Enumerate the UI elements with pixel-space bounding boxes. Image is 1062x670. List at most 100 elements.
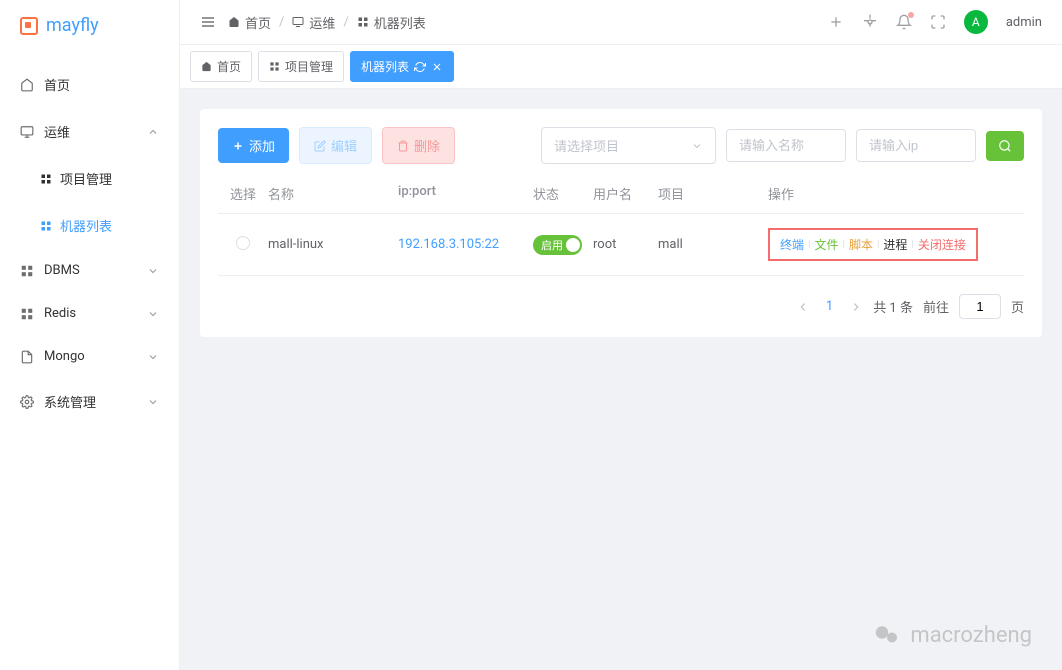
radio-icon (236, 236, 250, 250)
document-icon (20, 350, 34, 364)
close-icon[interactable] (431, 61, 443, 73)
sidebar-item-ops[interactable]: 运维 (0, 108, 179, 155)
fullscreen-icon[interactable] (930, 14, 946, 30)
plus-icon (232, 140, 244, 152)
chevron-down-icon (147, 126, 159, 138)
row-project: mall (658, 237, 768, 252)
breadcrumb-item[interactable]: 运维 (292, 13, 335, 32)
search-button[interactable] (986, 131, 1024, 161)
sidebar-item-label: 系统管理 (44, 392, 147, 411)
table-row: mall-linux 192.168.3.105:22 启用 root mall (218, 214, 1024, 276)
row-ip[interactable]: 192.168.3.105:22 (398, 237, 533, 252)
logo-text: mayfly (46, 15, 99, 36)
tab-machine[interactable]: 机器列表 (350, 51, 454, 82)
header: 首页 / 运维 / 机器列表 (180, 0, 1062, 45)
chevron-down-icon (147, 265, 159, 277)
edit-button[interactable]: 编辑 (299, 127, 372, 164)
sidebar-item-label: 运维 (44, 122, 147, 141)
page-goto-input[interactable] (959, 294, 1001, 319)
ip-input[interactable] (856, 129, 976, 162)
refresh-icon[interactable] (414, 61, 426, 73)
sidebar-subitem-label: 机器列表 (60, 216, 112, 235)
grid-icon (357, 16, 369, 28)
action-box: 终端 | 文件 | 脚本 | 进程 | 关闭连接 (768, 228, 978, 261)
chevron-down-icon (147, 396, 159, 408)
chevron-down-icon (691, 140, 703, 152)
sidebar-item-label: Mongo (44, 349, 147, 364)
chevron-down-icon (147, 308, 159, 320)
action-terminal[interactable]: 终端 (780, 236, 804, 253)
sidebar-subitem-project[interactable]: 项目管理 (0, 155, 179, 202)
row-select[interactable] (218, 236, 268, 254)
gear-icon[interactable] (862, 14, 878, 30)
tab-project[interactable]: 项目管理 (258, 51, 344, 82)
sidebar-item-redis[interactable]: Redis (0, 292, 179, 335)
col-header-ip: ip:port (398, 184, 533, 203)
toggle-dot-icon (566, 238, 580, 252)
tab-label: 机器列表 (361, 58, 409, 75)
sidebar-item-home[interactable]: 首页 (0, 61, 179, 108)
tab-label: 首页 (217, 58, 241, 75)
tabs: 首页 项目管理 机器列表 (180, 45, 1062, 89)
action-process[interactable]: 进程 (883, 236, 907, 253)
sidebar-subitem-machine[interactable]: 机器列表 (0, 202, 179, 249)
pagination: 1 共 1 条 前往 页 (218, 294, 1024, 319)
logo[interactable]: mayfly (0, 0, 179, 51)
toolbar: 添加 编辑 删除 请选择项目 (218, 127, 1024, 164)
sidebar-item-dbms[interactable]: DBMS (0, 249, 179, 292)
home-icon (20, 78, 34, 92)
page-number[interactable]: 1 (820, 299, 839, 314)
menu-toggle-icon[interactable] (200, 14, 216, 30)
watermark: macrozheng (872, 620, 1032, 650)
col-header-name: 名称 (268, 184, 398, 203)
col-header-select: 选择 (218, 184, 268, 203)
wechat-icon (872, 620, 902, 650)
delete-button[interactable]: 删除 (382, 127, 455, 164)
breadcrumb-separator: / (343, 15, 348, 30)
row-actions: 终端 | 文件 | 脚本 | 进程 | 关闭连接 (768, 228, 1024, 261)
chevron-down-icon (147, 351, 159, 363)
avatar[interactable]: A (964, 10, 988, 34)
sidebar-item-label: DBMS (44, 263, 147, 278)
status-toggle[interactable]: 启用 (533, 235, 582, 255)
table-header: 选择 名称 ip:port 状态 用户名 项目 操作 (218, 174, 1024, 214)
action-file[interactable]: 文件 (814, 236, 838, 253)
edit-icon (314, 140, 326, 152)
row-user: root (593, 237, 658, 252)
grid-icon (20, 264, 34, 278)
search-icon (998, 139, 1012, 153)
sidebar-menu: 首页 运维 项目管理 机器列表 DBMS Redis (0, 51, 179, 670)
name-input[interactable] (726, 129, 846, 162)
next-page-icon[interactable] (849, 300, 863, 314)
pagination-goto-label: 前往 (923, 297, 949, 316)
breadcrumb-item[interactable]: 首页 (228, 13, 271, 32)
content: 添加 编辑 删除 请选择项目 (180, 89, 1062, 357)
pagination-total: 共 1 条 (873, 297, 913, 316)
home-icon (201, 61, 212, 72)
action-close[interactable]: 关闭连接 (918, 236, 966, 253)
sidebar-item-label: Redis (44, 306, 147, 321)
project-select[interactable]: 请选择项目 (541, 127, 716, 164)
plus-icon[interactable] (828, 14, 844, 30)
grid-icon (40, 220, 52, 232)
tab-home[interactable]: 首页 (190, 51, 252, 82)
trash-icon (397, 140, 409, 152)
add-button[interactable]: 添加 (218, 128, 289, 163)
sidebar-subitem-label: 项目管理 (60, 169, 112, 188)
sidebar-item-mongo[interactable]: Mongo (0, 335, 179, 378)
username[interactable]: admin (1006, 15, 1042, 30)
sidebar: mayfly 首页 运维 项目管理 机器列表 DBMS (0, 0, 180, 670)
col-header-action: 操作 (768, 184, 1024, 203)
monitor-icon (292, 16, 304, 28)
action-script[interactable]: 脚本 (849, 236, 873, 253)
pagination-page-suffix: 页 (1011, 297, 1024, 316)
col-header-project: 项目 (658, 184, 768, 203)
prev-page-icon[interactable] (796, 300, 810, 314)
sidebar-item-system[interactable]: 系统管理 (0, 378, 179, 425)
grid-icon (20, 307, 34, 321)
bell-icon[interactable] (896, 14, 912, 30)
logo-icon (20, 17, 38, 35)
notification-dot (908, 12, 914, 18)
tab-label: 项目管理 (285, 58, 333, 75)
breadcrumb: 首页 / 运维 / 机器列表 (228, 13, 426, 32)
